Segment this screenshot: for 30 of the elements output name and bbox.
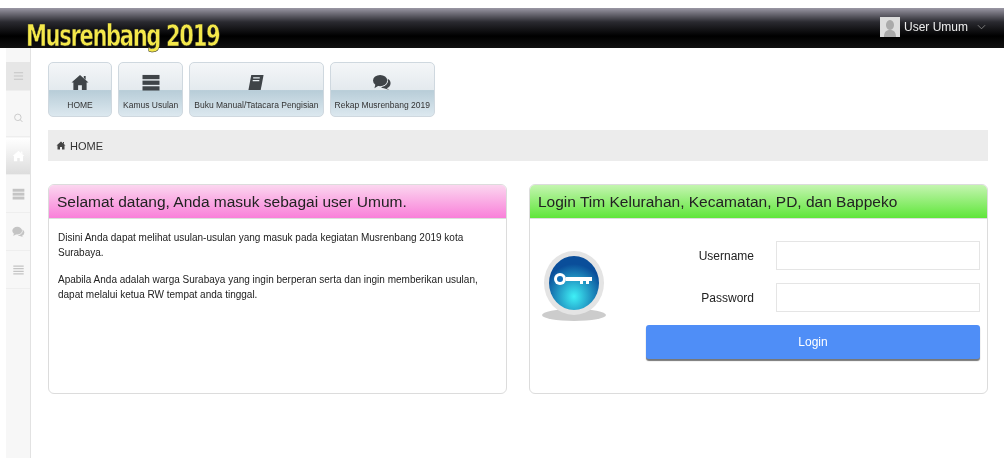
field-label: Username	[698, 248, 754, 263]
avatar-icon	[880, 17, 900, 37]
nav-button[interactable]: Buku Manual/Tatacara Pengisian	[189, 62, 324, 117]
input-field[interactable]	[776, 241, 980, 270]
search-icon	[11, 112, 25, 124]
home-icon	[11, 150, 25, 162]
home-icon	[70, 74, 90, 91]
panel-title: Selamat datang, Anda masuk sebagai user Umum.	[57, 192, 407, 211]
menu-icon	[11, 70, 25, 82]
nav-button[interactable]: Kamus Usulan	[118, 62, 184, 117]
breadcrumb-link[interactable]: HOME	[70, 139, 103, 152]
chat-icon	[372, 74, 393, 91]
user-menu[interactable]: User Umum	[880, 17, 986, 37]
chat-icon	[11, 226, 25, 238]
caret-icon	[977, 24, 986, 30]
paragraph: Apabila Anda adalah warga Surabaya yang ingin berperan serta dan ingin memberikan usulan, dapat melalui ketua RW tempat anda tinggal.	[58, 273, 479, 302]
panel-title: Login Tim Kelurahan, Kecamatan, PD, dan Bappeko	[538, 192, 898, 211]
list-icon	[11, 264, 25, 276]
input-field[interactable]	[776, 283, 980, 312]
server-icon	[11, 188, 25, 200]
logo[interactable]: Musrenbang 2019	[26, 18, 220, 52]
server-icon	[140, 74, 161, 91]
field-label: Password	[701, 290, 754, 305]
user-name: User Umum	[904, 20, 968, 34]
nav-button[interactable]: Rekap Musrenbang 2019	[329, 62, 436, 117]
nav-button[interactable]: HOME	[48, 62, 112, 117]
sidebar-item[interactable]	[6, 138, 30, 175]
home-icon	[56, 141, 66, 150]
paragraph: Disini Anda dapat melihat usulan-usulan yang masuk pada kegiatan Musrenbang 2019 kota Surabaya.	[58, 231, 465, 260]
sidebar-item[interactable]	[6, 62, 30, 91]
